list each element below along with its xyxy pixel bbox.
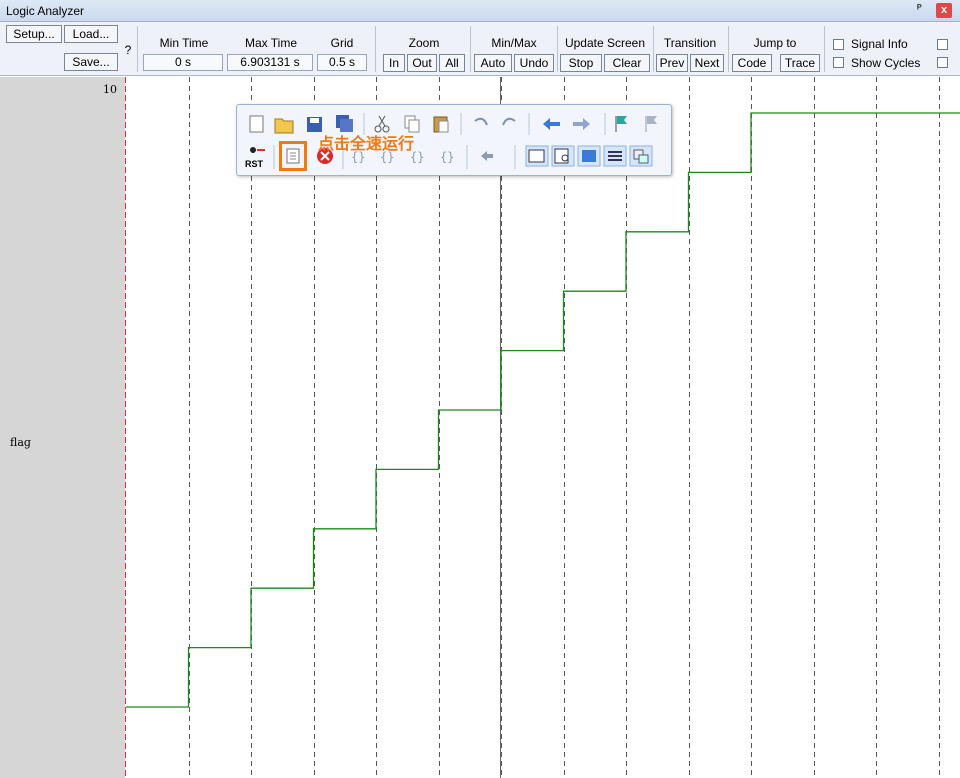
setup-button[interactable]: Setup... xyxy=(6,25,62,43)
registers-window-icon[interactable] xyxy=(603,145,627,167)
pin-icon[interactable]: ᴾ xyxy=(917,3,922,15)
jump-trace-button[interactable]: Trace xyxy=(780,54,820,72)
undo-icon[interactable] xyxy=(474,117,488,126)
call-stack-icon[interactable] xyxy=(629,145,653,167)
zoom-out-button[interactable]: Out xyxy=(407,54,437,72)
redo-icon[interactable] xyxy=(502,117,516,126)
bookmark-clear-icon[interactable] xyxy=(645,116,657,132)
signal-name-flag[interactable]: flag xyxy=(10,436,31,449)
close-icon[interactable]: x xyxy=(936,3,952,18)
run-button-highlight xyxy=(279,141,307,171)
analyzer-toolbar: Setup... Load... Save... ? Min Time 0 s … xyxy=(0,22,960,76)
save-button[interactable]: Save... xyxy=(64,53,118,71)
undo-button[interactable]: Undo xyxy=(514,54,554,72)
zoom-label: Zoom xyxy=(408,36,440,50)
show-cycles-label: Show Cycles xyxy=(851,56,921,70)
next-transition-button[interactable]: Next xyxy=(690,54,724,72)
waveform-plot[interactable] xyxy=(125,77,960,778)
bookmark-flag-icon[interactable] xyxy=(615,116,627,132)
show-next-statement-icon[interactable] xyxy=(481,151,493,161)
reset-icon[interactable]: RST xyxy=(245,147,265,169)
show-cycles-checkbox[interactable] xyxy=(833,57,844,68)
window-titlebar: Logic Analyzer ᴾ x xyxy=(0,0,960,22)
jump-to-label: Jump to xyxy=(753,36,797,50)
svg-text:{}: {} xyxy=(440,150,454,164)
minmax-label: Min/Max xyxy=(491,36,537,50)
new-file-icon[interactable] xyxy=(249,115,264,133)
open-file-icon[interactable] xyxy=(274,118,294,134)
help-button[interactable]: ? xyxy=(122,43,134,57)
forward-arrow-icon[interactable] xyxy=(573,118,590,130)
stop-button[interactable]: Stop xyxy=(560,54,602,72)
back-arrow-icon[interactable] xyxy=(543,118,560,130)
jump-code-button[interactable]: Code xyxy=(732,54,772,72)
max-time-label: Max Time xyxy=(244,36,297,50)
run-to-cursor-icon[interactable]: {} xyxy=(440,150,454,164)
signal-info-checkbox[interactable] xyxy=(833,39,844,50)
signal-info-label: Signal Info xyxy=(851,37,908,51)
auto-button[interactable]: Auto xyxy=(474,54,512,72)
command-window-icon[interactable] xyxy=(525,145,549,167)
load-button[interactable]: Load... xyxy=(64,25,118,43)
run-callout-text: 点击全速运行 xyxy=(318,136,415,153)
symbols-window-icon[interactable] xyxy=(577,145,601,167)
zoom-all-button[interactable]: All xyxy=(439,54,465,72)
prev-transition-button[interactable]: Prev xyxy=(656,54,688,72)
disassembly-window-icon[interactable] xyxy=(551,145,575,167)
reset-label: RST xyxy=(245,159,264,169)
paste-icon[interactable] xyxy=(433,116,449,133)
window-title: Logic Analyzer xyxy=(6,4,85,18)
grid-value: 0.5 s xyxy=(317,54,367,71)
signal-name-panel: 10 flag xyxy=(0,77,125,778)
max-time-value: 6.903131 s xyxy=(227,54,313,71)
min-time-label: Min Time xyxy=(159,36,209,50)
grid-label: Grid xyxy=(330,36,354,50)
extra-option-checkbox-1[interactable] xyxy=(937,39,948,50)
clear-button[interactable]: Clear xyxy=(604,54,650,72)
min-time-value: 0 s xyxy=(143,54,223,71)
signal-scale-max: 10 xyxy=(103,83,117,96)
zoom-in-button[interactable]: In xyxy=(383,54,405,72)
transition-label: Transition xyxy=(663,36,717,50)
update-screen-label: Update Screen xyxy=(564,36,646,50)
extra-option-checkbox-2[interactable] xyxy=(937,57,948,68)
